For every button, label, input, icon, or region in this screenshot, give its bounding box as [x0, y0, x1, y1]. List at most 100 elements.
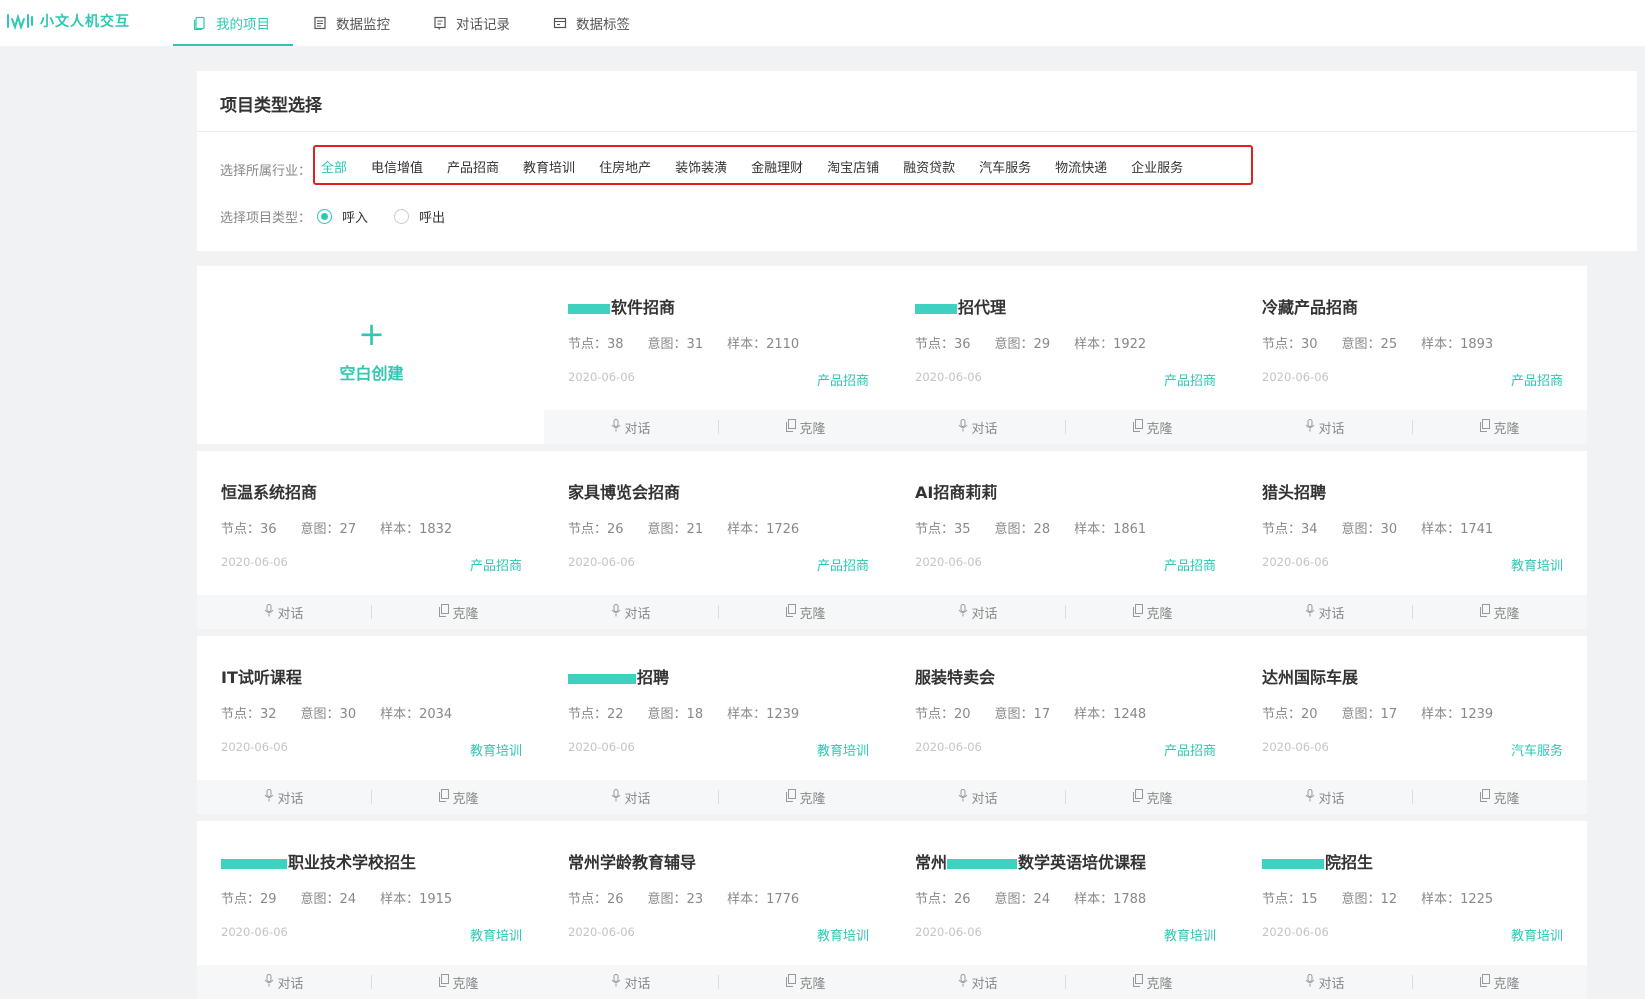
industry-row: 选择所属行业：	[220, 159, 311, 179]
stat-intents: 意图：28	[994, 522, 1051, 537]
chat-button[interactable]: 对话	[544, 418, 718, 437]
chat-button[interactable]: 对话	[1238, 418, 1412, 437]
nav-tab-2[interactable]: 对话记录	[413, 0, 533, 46]
nav-tab-3[interactable]: 数据标签	[533, 0, 653, 46]
plus-icon: +	[358, 315, 385, 353]
chat-button[interactable]: 对话	[891, 973, 1065, 992]
clone-button[interactable]: 克隆	[1066, 603, 1240, 622]
project-card[interactable]: 常州学龄教育辅导 节点：26 意图：23 样本：1776 2020-06-06 教育培训对…	[544, 821, 893, 999]
stat-samples: 样本：1248	[1074, 707, 1147, 722]
industry-option-1[interactable]: 电信增值	[371, 157, 423, 176]
clone-button[interactable]: 克隆	[1066, 418, 1240, 437]
chat-button[interactable]: 对话	[544, 788, 718, 807]
clone-button[interactable]: 克隆	[1066, 788, 1240, 807]
chat-button[interactable]: 对话	[891, 788, 1065, 807]
radio-outbound[interactable]	[394, 209, 410, 224]
stat-samples: 样本：1861	[1074, 522, 1147, 537]
industry-option-10[interactable]: 物流快递	[1055, 157, 1107, 176]
app-logo[interactable]: 小文人机交互	[6, 11, 130, 31]
clone-button[interactable]: 克隆	[719, 418, 893, 437]
project-card[interactable]: 招代理 节点：36 意图：29 样本：1922 2020-06-06 产品招商 对话 克隆	[891, 266, 1240, 444]
industry-option-0[interactable]: 全部	[321, 157, 347, 176]
project-card[interactable]: 恒温系统招商 节点：36 意图：27 样本：1832 2020-06-06 产品招商 对话 克…	[197, 451, 546, 629]
chat-button[interactable]: 对话	[197, 788, 371, 807]
clone-button[interactable]: 克隆	[1066, 973, 1240, 992]
project-card[interactable]: AI招商莉莉 节点：35 意图：28 样本：1861 2020-06-06 产品招商 对话 克…	[891, 451, 1240, 629]
panel-title: 项目类型选择	[220, 96, 322, 116]
project-card[interactable]: IT试听课程 节点：32 意图：30 样本：2034 2020-06-06 教育培训 对话 克…	[197, 636, 546, 814]
industry-option-6[interactable]: 金融理财	[751, 157, 803, 176]
project-type-row: 选择项目类型： 呼入 呼出	[220, 207, 465, 226]
chat-button[interactable]: 对话	[544, 973, 718, 992]
stat-intents: 意图：24	[994, 892, 1051, 907]
stat-intents: 意图：24	[300, 892, 357, 907]
industry-option-11[interactable]: 企业服务	[1131, 157, 1183, 176]
clone-button[interactable]: 克隆	[719, 788, 893, 807]
project-title: 家具博览会招商	[568, 479, 680, 503]
project-title-text: IT试听课程	[221, 668, 302, 687]
clone-button[interactable]: 克隆	[1413, 418, 1587, 437]
chat-button[interactable]: 对话	[197, 603, 371, 622]
chat-button[interactable]: 对话	[1238, 973, 1412, 992]
project-card[interactable]: 达州国际车展 节点：20 意图：17 样本：1239 2020-06-06 汽车服务 对话 克…	[1238, 636, 1587, 814]
clone-button[interactable]: 克隆	[719, 603, 893, 622]
project-date: 2020-06-06	[221, 555, 288, 569]
radio-label[interactable]: 呼入	[342, 207, 368, 226]
project-stats: 节点：35 意图：28 样本：1861	[915, 518, 1170, 537]
industry-option-9[interactable]: 汽车服务	[979, 157, 1031, 176]
industry-option-2[interactable]: 产品招商	[447, 157, 499, 176]
project-title: 服装特卖会	[915, 664, 995, 688]
industry-option-4[interactable]: 住房地产	[599, 157, 651, 176]
blank-create-card[interactable]: + 空白创建	[197, 266, 546, 444]
clone-button[interactable]: 克隆	[372, 788, 546, 807]
chat-button[interactable]: 对话	[197, 973, 371, 992]
project-card[interactable]: 家具博览会招商 节点：26 意图：21 样本：1726 2020-06-06 产品招商 对话…	[544, 451, 893, 629]
project-card[interactable]: 常州 数学英语培优课程 节点：26 意图：24 样本：1788 2020-06-06 教育培…	[891, 821, 1240, 999]
clone-button[interactable]: 克隆	[372, 603, 546, 622]
microphone-icon	[611, 788, 621, 806]
stat-nodes: 节点：29	[221, 892, 277, 907]
project-title: 软件招商	[568, 294, 675, 318]
clone-button[interactable]: 克隆	[1413, 973, 1587, 992]
industry-option-8[interactable]: 融资贷款	[903, 157, 955, 176]
project-industry-tag: 教育培训	[1510, 929, 1563, 944]
chat-button[interactable]: 对话	[891, 418, 1065, 437]
project-card[interactable]: 猎头招聘 节点：34 意图：30 样本：1741 2020-06-06 教育培训 对话 克隆	[1238, 451, 1587, 629]
project-card[interactable]: 冷藏产品招商 节点：30 意图：25 样本：1893 2020-06-06 产品招商 对话 克…	[1238, 266, 1587, 444]
chat-button[interactable]: 对话	[891, 603, 1065, 622]
project-card[interactable]: 院招生 节点：15 意图：12 样本：1225 2020-06-06 教育培训 对话 克隆	[1238, 821, 1587, 999]
project-title-text: 常州	[915, 853, 948, 872]
clone-label: 克隆	[452, 976, 479, 992]
microphone-icon	[264, 973, 274, 991]
project-title: AI招商莉莉	[915, 479, 997, 503]
copy-icon	[439, 788, 450, 806]
radio-label[interactable]: 呼出	[419, 207, 445, 226]
clone-button[interactable]: 克隆	[719, 973, 893, 992]
project-card[interactable]: 职业技术学校招生 节点：29 意图：24 样本：1915 2020-06-06 教育培训对…	[197, 821, 546, 999]
nav-tab-1[interactable]: 数据监控	[293, 0, 413, 46]
clone-button[interactable]: 克隆	[1413, 603, 1587, 622]
stat-samples: 样本：1832	[380, 522, 453, 537]
chat-button[interactable]: 对话	[544, 603, 718, 622]
copy-icon	[439, 603, 450, 621]
industry-option-7[interactable]: 淘宝店铺	[827, 157, 879, 176]
industry-option-3[interactable]: 教育培训	[523, 157, 575, 176]
chat-label: 对话	[1318, 791, 1345, 807]
chat-button[interactable]: 对话	[1238, 788, 1412, 807]
chat-label: 对话	[624, 606, 651, 622]
project-date: 2020-06-06	[568, 740, 635, 754]
clone-button[interactable]: 克隆	[1413, 788, 1587, 807]
clone-button[interactable]: 克隆	[372, 973, 546, 992]
chat-button[interactable]: 对话	[1238, 603, 1412, 622]
project-card[interactable]: 服装特卖会 节点：20 意图：17 样本：1248 2020-06-06 产品招商 对话 克隆	[891, 636, 1240, 814]
nav-tab-0[interactable]: 我的项目	[173, 0, 293, 46]
project-card[interactable]: 软件招商 节点：38 意图：31 样本：2110 2020-06-06 产品招商 对话 克隆	[544, 266, 893, 444]
project-stats: 节点：34 意图：30 样本：1741	[1262, 518, 1517, 537]
project-title: 院招生	[1262, 849, 1373, 873]
radio-inbound[interactable]	[317, 209, 333, 224]
project-card[interactable]: 招聘 节点：22 意图：18 样本：1239 2020-06-06 教育培训 对话 克隆	[544, 636, 893, 814]
copy-icon	[1133, 603, 1144, 621]
industry-option-5[interactable]: 装饰装潢	[675, 157, 727, 176]
clone-label: 克隆	[1146, 976, 1173, 992]
project-stats: 节点：36 意图：27 样本：1832	[221, 518, 476, 537]
